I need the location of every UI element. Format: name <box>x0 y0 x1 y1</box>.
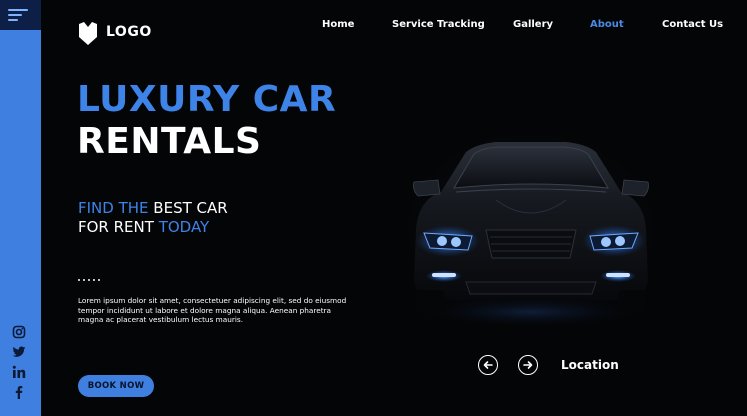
arrow-right-icon <box>523 361 533 369</box>
menu-button[interactable] <box>0 0 41 30</box>
nav-contact-us[interactable]: Contact Us <box>662 19 723 30</box>
hamburger-menu-icon[interactable] <box>8 9 30 23</box>
tagline-highlight: TODAY <box>158 218 210 236</box>
hero-description: Lorem ipsum dolor sit amet, consectetuer… <box>78 296 347 324</box>
divider-dots <box>78 279 104 282</box>
nav-service-tracking[interactable]: Service Tracking <box>392 19 485 30</box>
landing-page: LOGO Home Service Tracking Gallery About… <box>0 0 747 416</box>
arrow-left-icon <box>483 361 493 369</box>
location-link[interactable]: Location <box>561 358 619 372</box>
nav-about[interactable]: About <box>590 19 624 30</box>
linkedin-icon[interactable] <box>12 364 26 378</box>
tagline-line-2: FOR RENT TODAY <box>78 217 209 237</box>
hero-title-line-2: RENTALS <box>77 121 262 162</box>
tagline-text: FOR RENT <box>78 218 154 236</box>
next-button[interactable] <box>518 355 538 375</box>
nav-home[interactable]: Home <box>322 19 354 30</box>
twitter-icon[interactable] <box>12 344 26 358</box>
instagram-icon[interactable] <box>12 324 26 339</box>
hero-title-line-1: LUXURY CAR <box>77 79 337 120</box>
car-image <box>396 130 666 330</box>
shield-logo-icon[interactable] <box>79 22 97 45</box>
prev-button[interactable] <box>478 355 498 375</box>
tagline-text: BEST CAR <box>153 199 228 217</box>
nav-gallery[interactable]: Gallery <box>513 19 553 30</box>
tagline-line-1: FIND THE BEST CAR <box>78 198 228 218</box>
left-sidebar <box>0 0 41 416</box>
facebook-icon[interactable] <box>12 384 26 399</box>
logo-text[interactable]: LOGO <box>106 24 152 40</box>
tagline-highlight: FIND THE <box>78 199 149 217</box>
book-now-button[interactable]: BOOK NOW <box>78 375 154 397</box>
